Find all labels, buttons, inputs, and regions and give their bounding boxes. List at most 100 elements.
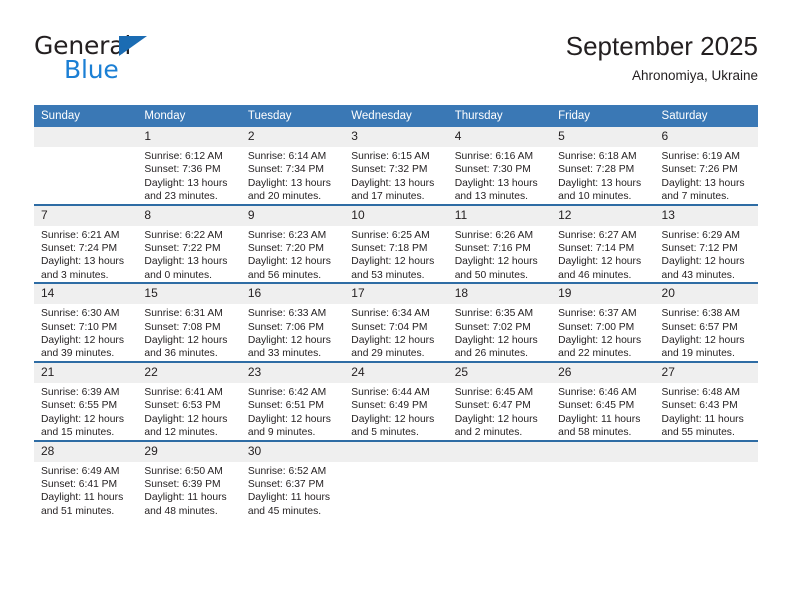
day-detail-line: Sunrise: 6:18 AM [558, 151, 637, 162]
day-details: Sunrise: 6:18 AM Sunset: 7:28 PM Daylight:… [551, 147, 654, 204]
calendar-page: General Blue September 2025 Ahronomiya, … [0, 0, 792, 612]
day-detail-line: Sunset: 6:49 PM [351, 400, 428, 412]
day-details [551, 462, 654, 465]
calendar-day-cell[interactable]: 25 Sunrise: 6:45 AM Sunset: 6:47 PM Dayligh… [447, 360, 552, 441]
day-detail-line: and 19 minutes. [661, 348, 735, 360]
day-detail-line: Sunset: 6:37 PM [247, 478, 324, 490]
day-detail-line: and 22 minutes. [558, 348, 632, 360]
calendar-day-cell[interactable]: 14 Sunrise: 6:30 AM Sunset: 7:10 PM Dayligh… [34, 282, 138, 362]
day-details: Sunrise: 6:26 AM Sunset: 7:16 PM Daylight:… [448, 226, 551, 283]
calendar-day-cell[interactable]: 18 Sunrise: 6:35 AM Sunset: 7:02 PM Dayligh… [447, 282, 552, 362]
day-detail-line: Sunrise: 6:30 AM [41, 308, 120, 320]
day-details: Sunrise: 6:23 AM Sunset: 7:20 PM Daylight:… [241, 226, 344, 283]
calendar-day-cell[interactable]: 3 Sunrise: 6:15 AM Sunset: 7:32 PM Daylight… [344, 127, 448, 205]
day-details: Sunrise: 6:45 AM Sunset: 6:47 PM Daylight:… [448, 383, 551, 440]
day-details [448, 462, 551, 465]
weekday-header-wednesday: Wednesday [344, 105, 448, 127]
day-number [654, 441, 758, 462]
calendar-day-cell[interactable]: 13 Sunrise: 6:29 AM Sunset: 7:12 PM Dayligh… [654, 203, 758, 284]
calendar-day-cell[interactable]: 21 Sunrise: 6:39 AM Sunset: 6:55 PM Dayligh… [34, 360, 138, 441]
day-number: 7 [34, 205, 138, 226]
calendar-day-cell[interactable]: 23 Sunrise: 6:42 AM Sunset: 6:51 PM Dayligh… [240, 360, 345, 441]
day-number: 19 [551, 284, 655, 305]
day-detail-line: Sunrise: 6:34 AM [351, 308, 430, 320]
day-detail-line: and 9 minutes. [247, 427, 316, 439]
calendar-day-cell[interactable]: 10 Sunrise: 6:25 AM Sunset: 7:18 PM Dayligh… [344, 203, 448, 284]
day-detail-line: Sunrise: 6:14 AM [247, 151, 327, 162]
calendar-day-cell[interactable]: 7 Sunrise: 6:21 AM Sunset: 7:24 PM Daylight… [34, 203, 138, 284]
day-detail-line: Daylight: 12 hours [351, 256, 435, 268]
logo-text-blue: Blue [64, 55, 119, 84]
day-detail-line: Daylight: 12 hours [247, 256, 331, 268]
day-details [344, 462, 447, 465]
day-detail-line: Daylight: 12 hours [41, 335, 124, 347]
calendar-week-row: 21 Sunrise: 6:39 AM Sunset: 6:55 PM Dayligh… [34, 360, 758, 441]
day-detail-line: Sunrise: 6:33 AM [247, 308, 327, 320]
day-details: Sunrise: 6:44 AM Sunset: 6:49 PM Daylight:… [344, 383, 447, 440]
calendar-day-cell[interactable]: 24 Sunrise: 6:44 AM Sunset: 6:49 PM Dayligh… [344, 360, 448, 441]
day-detail-line: and 15 minutes. [41, 427, 115, 439]
day-detail-line: Sunrise: 6:37 AM [558, 308, 637, 320]
day-detail-line: Daylight: 12 hours [247, 335, 331, 347]
day-detail-line: Sunset: 6:39 PM [144, 478, 221, 490]
day-detail-line: Sunset: 6:55 PM [41, 400, 118, 412]
calendar-day-cell[interactable]: 8 Sunrise: 6:22 AM Sunset: 7:22 PM Daylight… [137, 203, 241, 284]
day-details: Sunrise: 6:14 AM Sunset: 7:34 PM Daylight:… [241, 147, 344, 204]
calendar-day-cell[interactable]: 6 Sunrise: 6:19 AM Sunset: 7:26 PM Daylight… [654, 127, 758, 205]
day-detail-line: and 2 minutes. [454, 427, 523, 439]
calendar-day-cell[interactable]: 17 Sunrise: 6:34 AM Sunset: 7:04 PM Dayligh… [344, 282, 448, 362]
calendar-day-cell[interactable]: 20 Sunrise: 6:38 AM Sunset: 6:57 PM Dayligh… [654, 282, 758, 362]
day-detail-line: and 43 minutes. [661, 269, 735, 281]
calendar-day-cell[interactable]: 11 Sunrise: 6:26 AM Sunset: 7:16 PM Dayligh… [447, 203, 552, 284]
day-detail-line: Sunrise: 6:23 AM [247, 229, 327, 241]
day-detail-line: and 13 minutes. [454, 191, 528, 203]
calendar-week-row: 1 Sunrise: 6:12 AM Sunset: 7:36 PM Daylight… [34, 127, 758, 205]
calendar-day-cell[interactable]: 15 Sunrise: 6:31 AM Sunset: 7:08 PM Dayligh… [137, 282, 241, 362]
day-detail-line: Sunset: 7:28 PM [558, 164, 635, 176]
day-details: Sunrise: 6:22 AM Sunset: 7:22 PM Daylight:… [137, 226, 240, 283]
day-detail-line: Sunrise: 6:26 AM [454, 229, 534, 241]
day-detail-line: and 12 minutes. [144, 427, 218, 439]
day-detail-line: Daylight: 11 hours [41, 492, 124, 504]
day-detail-line: Daylight: 12 hours [144, 413, 228, 425]
calendar-day-cell[interactable]: 30 Sunrise: 6:52 AM Sunset: 6:37 PM Dayligh… [240, 439, 345, 519]
day-detail-line: Daylight: 13 hours [144, 256, 228, 268]
day-details: Sunrise: 6:46 AM Sunset: 6:45 PM Daylight:… [551, 383, 654, 440]
weekday-header-sunday: Sunday [34, 105, 138, 127]
day-details: Sunrise: 6:39 AM Sunset: 6:55 PM Daylight:… [34, 383, 137, 440]
calendar-day-cell[interactable]: 4 Sunrise: 6:16 AM Sunset: 7:30 PM Daylight… [447, 127, 552, 205]
day-details: Sunrise: 6:33 AM Sunset: 7:06 PM Daylight:… [241, 304, 344, 361]
calendar-day-cell[interactable]: 1 Sunrise: 6:12 AM Sunset: 7:36 PM Daylight… [137, 127, 241, 205]
day-number: 4 [447, 127, 552, 147]
day-detail-line: Daylight: 12 hours [558, 256, 642, 268]
day-detail-line: Sunset: 7:06 PM [247, 321, 324, 333]
calendar-day-cell[interactable]: 5 Sunrise: 6:18 AM Sunset: 7:28 PM Daylight… [551, 127, 655, 205]
calendar-day-cell[interactable]: 16 Sunrise: 6:33 AM Sunset: 7:06 PM Dayligh… [240, 282, 345, 362]
day-detail-line: and 29 minutes. [351, 348, 425, 360]
day-number: 23 [240, 362, 345, 383]
calendar-day-cell[interactable]: 2 Sunrise: 6:14 AM Sunset: 7:34 PM Daylight… [240, 127, 345, 205]
page-subtitle: Ahronomiya, Ukraine [631, 68, 758, 83]
calendar-day-cell[interactable]: 27 Sunrise: 6:48 AM Sunset: 6:43 PM Dayligh… [654, 360, 758, 441]
day-details: Sunrise: 6:16 AM Sunset: 7:30 PM Daylight:… [448, 147, 551, 204]
calendar-day-cell[interactable]: 9 Sunrise: 6:23 AM Sunset: 7:20 PM Daylight… [240, 203, 345, 284]
day-detail-line: Sunrise: 6:49 AM [41, 465, 120, 477]
day-details: Sunrise: 6:19 AM Sunset: 7:26 PM Daylight:… [655, 147, 758, 204]
calendar-day-cell[interactable]: 12 Sunrise: 6:27 AM Sunset: 7:14 PM Dayligh… [551, 203, 655, 284]
day-details [34, 147, 137, 150]
day-detail-line: and 45 minutes. [247, 505, 322, 517]
day-detail-line: and 0 minutes. [144, 269, 212, 281]
day-detail-line: Sunrise: 6:35 AM [454, 308, 534, 320]
day-number: 20 [654, 284, 758, 305]
day-number: 17 [344, 284, 448, 305]
day-detail-line: Sunrise: 6:15 AM [351, 151, 430, 162]
day-number: 29 [137, 441, 241, 462]
day-detail-line: and 46 minutes. [558, 269, 632, 281]
calendar-day-cell[interactable]: 19 Sunrise: 6:37 AM Sunset: 7:00 PM Dayligh… [551, 282, 655, 362]
calendar-day-cell[interactable]: 22 Sunrise: 6:41 AM Sunset: 6:53 PM Dayligh… [137, 360, 241, 441]
day-detail-line: Sunrise: 6:42 AM [247, 386, 327, 398]
day-detail-line: Sunset: 6:51 PM [247, 400, 324, 412]
calendar-day-cell[interactable]: 26 Sunrise: 6:46 AM Sunset: 6:45 PM Dayligh… [551, 360, 655, 441]
calendar-day-cell[interactable]: 29 Sunrise: 6:50 AM Sunset: 6:39 PM Dayligh… [137, 439, 241, 519]
calendar-day-cell[interactable]: 28 Sunrise: 6:49 AM Sunset: 6:41 PM Dayligh… [34, 439, 138, 519]
